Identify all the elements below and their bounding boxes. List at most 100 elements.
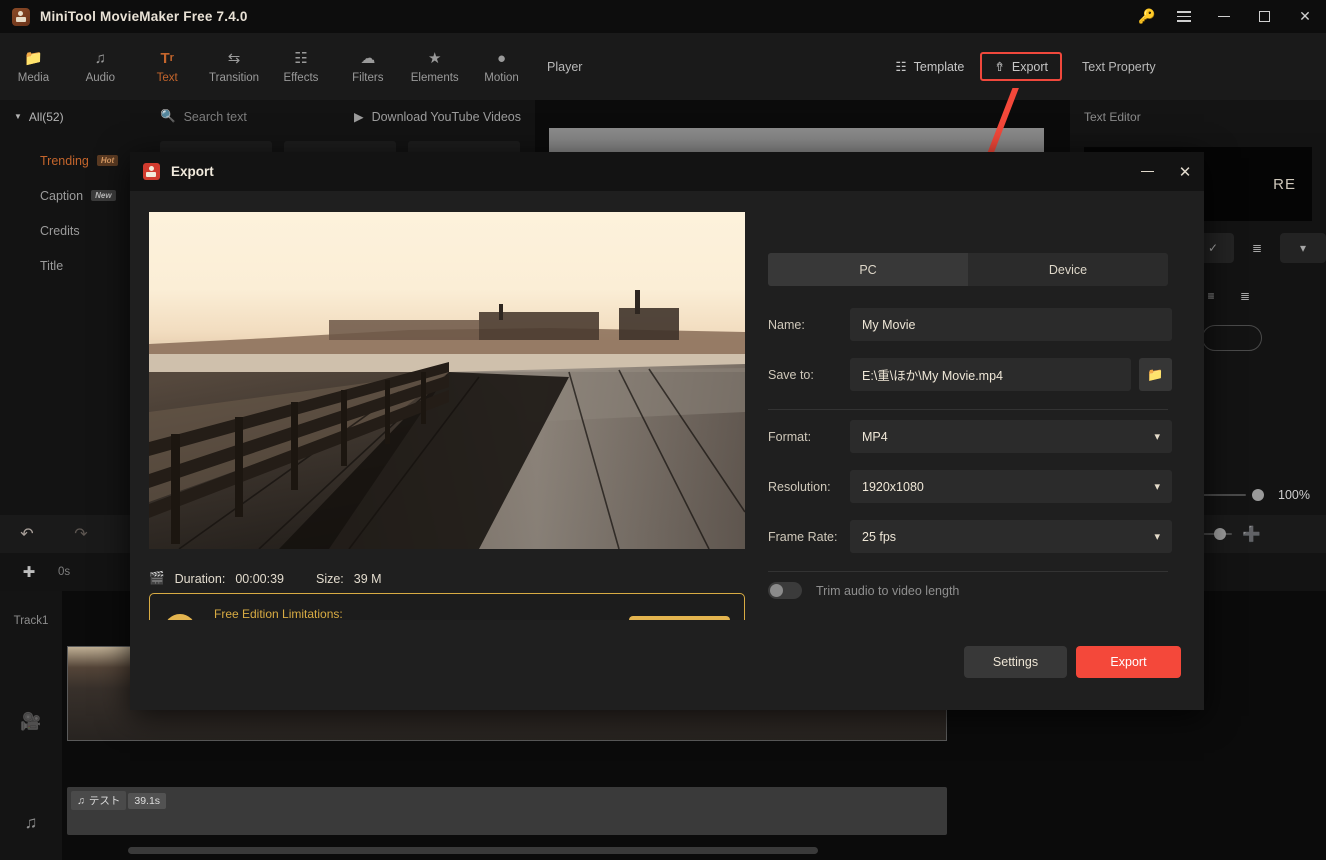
text-editor-tab[interactable]: Text Editor	[1070, 100, 1326, 133]
search-input[interactable]: 🔍 Search text	[148, 109, 354, 124]
trim-audio-toggle[interactable]	[768, 582, 802, 599]
redo-icon[interactable]: ↷	[54, 515, 108, 553]
toolbar-label: Transition	[209, 71, 260, 84]
player-header-actions: ☷ Template ⇮ Export	[885, 52, 1070, 81]
track-label: Track1	[0, 591, 62, 651]
tab-device-label: Device	[1048, 262, 1088, 277]
chevron-down-icon: ▾	[1154, 481, 1160, 493]
text-property-title: Text Property	[1082, 59, 1156, 74]
minimize-button[interactable]	[1204, 0, 1244, 33]
category-item-caption[interactable]: Caption New	[0, 178, 148, 213]
app-window: MiniTool MovieMaker Free 7.4.0 🔑 ✕ 📁 Med…	[0, 0, 1326, 860]
toolbar-item-text[interactable]: Tr Text	[134, 33, 201, 100]
download-youtube-button[interactable]: ▶ Download YouTube Videos	[354, 109, 535, 125]
template-button[interactable]: ☷ Template	[885, 52, 974, 81]
text-property-header: Text Property	[1070, 33, 1326, 100]
audio-track-icon[interactable]: ♫	[0, 793, 62, 853]
category-label: Title	[40, 258, 64, 273]
toolbar-item-effects[interactable]: ☷ Effects	[268, 33, 335, 100]
saveto-value: E:\重\ほか\My Movie.mp4	[862, 369, 1003, 383]
format-row: Format: MP4 ▾	[768, 420, 1172, 453]
toolbar-label: Motion	[484, 71, 519, 84]
tab-device[interactable]: Device	[968, 253, 1168, 286]
film-icon: 🎬	[149, 571, 165, 585]
export-button[interactable]: ⇮ Export	[980, 52, 1062, 81]
layers-icon: ☷	[895, 60, 907, 74]
saveto-input[interactable]: E:\重\ほか\My Movie.mp4	[850, 358, 1131, 391]
audio-clip-duration: 39.1s	[128, 792, 167, 809]
toolbar-label: Text	[156, 71, 178, 84]
name-row: Name: My Movie	[768, 308, 1172, 341]
timeline-zoom-knob[interactable]	[1214, 528, 1226, 540]
resolution-select[interactable]: 1920x1080 ▾	[850, 470, 1172, 503]
toolbar-item-filters[interactable]: ☁ Filters	[334, 33, 401, 100]
toolbar-item-audio[interactable]: ♫ Audio	[67, 33, 134, 100]
chevron-down-icon: ▾	[1154, 531, 1160, 543]
trim-audio-row: Trim audio to video length	[768, 582, 959, 599]
export-dialog-controls: ✕	[1128, 152, 1204, 191]
name-label: Name:	[768, 317, 805, 332]
size-value: 39 M	[353, 571, 382, 586]
category-label: Credits	[40, 223, 80, 238]
framerate-label: Frame Rate:	[768, 529, 838, 544]
menu-icon[interactable]	[1164, 0, 1204, 33]
category-item-credits[interactable]: Credits	[0, 213, 148, 248]
export-dialog-minimize[interactable]	[1128, 152, 1166, 191]
format-select[interactable]: MP4 ▾	[850, 420, 1172, 453]
export-dialog-close[interactable]: ✕	[1166, 152, 1204, 191]
text-preview-value: RE	[1273, 175, 1296, 193]
name-input[interactable]: My Movie	[850, 308, 1172, 341]
size-label: Size:	[315, 571, 344, 586]
hot-badge: Hot	[96, 155, 119, 166]
duration-value: 00:00:39	[235, 571, 284, 586]
opacity-slider[interactable]	[1200, 489, 1264, 501]
droplets-icon: ☁	[360, 50, 376, 67]
export-dialog: Export ✕ 🎬 Duration: 00:00:39 Size: 39 M…	[130, 152, 1204, 710]
style-pill[interactable]	[1202, 325, 1262, 351]
settings-label: Settings	[992, 655, 1039, 669]
tab-pc[interactable]: PC	[768, 253, 968, 286]
key-icon[interactable]: 🔑	[1130, 0, 1164, 33]
limitations-title: Free Edition Limitations:	[214, 607, 343, 621]
export-dialog-body: 🎬 Duration: 00:00:39 Size: 39 M i Free E…	[130, 191, 1204, 667]
framerate-select[interactable]: 25 fps ▾	[850, 520, 1172, 553]
line-height-dropdown[interactable]: ▾	[1280, 233, 1326, 263]
opacity-value: 100%	[1278, 488, 1310, 502]
trim-audio-label: Trim audio to video length	[816, 583, 960, 598]
export-dialog-titlebar: Export ✕	[130, 152, 1204, 191]
saveto-row: Save to: E:\重\ほか\My Movie.mp4 📁	[768, 358, 1172, 391]
category-item-title[interactable]: Title	[0, 248, 148, 283]
text-editor-label: Text Editor	[1084, 109, 1141, 124]
video-track-icon[interactable]: 🎥	[0, 651, 62, 793]
maximize-button[interactable]	[1244, 0, 1284, 33]
audio-clip[interactable]: ♫ テスト 39.1s	[67, 787, 947, 835]
align-center-icon[interactable]: ≣	[1232, 281, 1258, 311]
close-button[interactable]: ✕	[1284, 0, 1326, 33]
toolbar-item-elements[interactable]: ★ Elements	[401, 33, 468, 100]
line-height-icon[interactable]: ≣	[1244, 233, 1270, 263]
new-badge: New	[91, 190, 116, 201]
opacity-slider-knob[interactable]	[1252, 489, 1264, 501]
library-toolbar: ▼ All(52) 🔍 Search text ▶ Download YouTu…	[0, 100, 535, 133]
toolbar-item-media[interactable]: 📁 Media	[0, 33, 67, 100]
undo-icon[interactable]: ↶	[0, 515, 54, 553]
track-headers: Track1 🎥 ♫	[0, 591, 62, 860]
toolbar-item-transition[interactable]: ⇆ Transition	[201, 33, 268, 100]
zoom-in-icon[interactable]: ➕	[1242, 525, 1261, 543]
category-all-dropdown[interactable]: ▼ All(52)	[0, 110, 148, 124]
search-placeholder: Search text	[183, 109, 247, 124]
export-confirm-button[interactable]: Export	[1076, 646, 1181, 678]
resolution-value: 1920x1080	[862, 479, 924, 494]
folder-icon[interactable]: 📁	[1139, 358, 1172, 391]
motion-icon: ●	[497, 50, 507, 67]
add-media-icon[interactable]: ✚	[0, 563, 58, 581]
toolbar-label: Elements	[410, 71, 459, 84]
title-bar: MiniTool MovieMaker Free 7.4.0 🔑 ✕	[0, 0, 1326, 33]
category-item-trending[interactable]: Trending Hot	[0, 143, 148, 178]
template-label: Template	[913, 59, 965, 74]
timeline-scrollbar[interactable]	[128, 847, 818, 854]
settings-button[interactable]: Settings	[964, 646, 1067, 678]
toolbar-label: Audio	[85, 71, 116, 84]
preview-image	[149, 212, 745, 549]
toolbar-item-motion[interactable]: ● Motion	[468, 33, 535, 100]
